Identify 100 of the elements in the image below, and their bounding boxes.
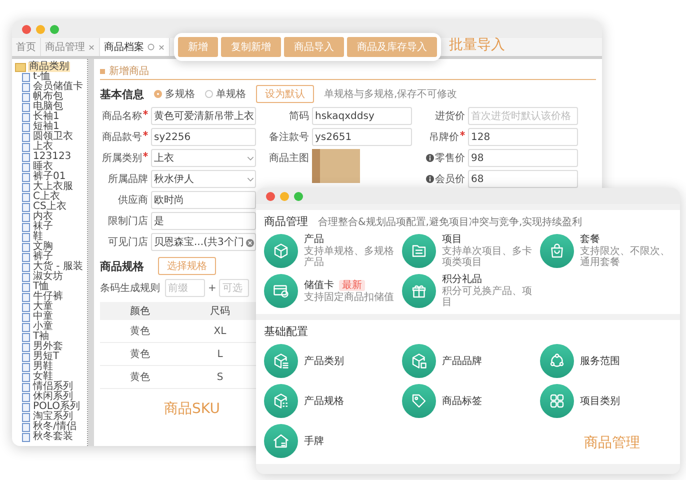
grid-icon[interactable] (540, 384, 574, 418)
item-title[interactable]: 项目类别 (580, 396, 620, 406)
select-field[interactable]: 秋水伊人 (151, 170, 256, 188)
tree-item[interactable]: 上衣 (32, 142, 54, 152)
tree-item[interactable]: 文胸 (32, 242, 54, 252)
item-title[interactable]: 项目 (442, 234, 462, 245)
tree-item[interactable]: 大童 (32, 302, 54, 312)
item-description: 支持限次、不限次、通用套餐 (580, 246, 671, 268)
item-title[interactable]: 产品类别 (304, 356, 344, 366)
tree-item[interactable]: 牛仔裤 (32, 292, 64, 302)
tree-item[interactable]: 短袖1 (32, 122, 60, 132)
tree-item[interactable]: t-恤 (32, 72, 52, 82)
tree-item[interactable]: 内衣 (32, 212, 54, 222)
tree-item[interactable]: 大货 - 服装 (32, 262, 84, 272)
tree-item[interactable]: 袜子 (32, 222, 54, 232)
close-icon[interactable] (158, 44, 165, 50)
ring-icon[interactable] (540, 344, 574, 378)
tree-item[interactable]: T恤 (32, 282, 50, 292)
tree-item[interactable]: 秋冬/情侣 (32, 422, 78, 432)
tab[interactable]: 商品档案 (100, 38, 170, 56)
item-title[interactable]: 储值卡 (304, 280, 334, 290)
chevron-icon (247, 177, 254, 182)
input-field[interactable]: 欧时尚 (151, 191, 256, 209)
house-icon[interactable] (264, 424, 298, 458)
item-title[interactable]: 商品标签 (442, 396, 482, 406)
tree-item[interactable]: 睡衣 (32, 162, 54, 172)
tree-item[interactable]: 帆布包 (32, 92, 64, 102)
close-button[interactable] (266, 192, 275, 200)
chevron-icon (247, 156, 254, 161)
tree-item[interactable]: 小童 (32, 322, 54, 332)
table-cell-text: 黄色 (129, 324, 151, 338)
gift-icon[interactable] (402, 274, 436, 308)
item-title[interactable]: 产品规格 (304, 396, 344, 406)
tree-item[interactable]: 裤子 (32, 252, 54, 262)
field-label: 限制门店 (108, 214, 148, 228)
field-label: 进货价 (435, 110, 465, 123)
tree-item[interactable]: CS上衣 (32, 202, 68, 212)
cube-icon[interactable] (264, 384, 298, 418)
field-label: 所属类别 (102, 152, 142, 165)
maximize-button[interactable] (294, 192, 303, 200)
section-heading: 商品规格 (100, 258, 144, 274)
tree-item[interactable]: 休闲系列 (32, 392, 74, 402)
table-cell-text: L (216, 348, 224, 360)
cube-icon[interactable] (264, 234, 298, 268)
tree-item[interactable]: 电脑包 (32, 102, 64, 112)
field-label: 商品主图 (269, 152, 309, 165)
tree-item[interactable]: C上衣 (32, 192, 61, 202)
tree-item[interactable]: 裤子01 (32, 172, 67, 182)
tag-icon[interactable] (402, 384, 436, 418)
tree-item[interactable]: 商品类别 (28, 62, 70, 72)
item-title[interactable]: 套餐 (580, 234, 600, 245)
item-title[interactable]: 服务范围 (580, 356, 620, 366)
tree-item[interactable]: POLO系列 (32, 402, 81, 412)
tree-item[interactable]: 情侣系列 (32, 382, 74, 392)
radio-option[interactable]: 多规格 (154, 87, 195, 101)
tree-item[interactable]: 女鞋 (32, 372, 54, 382)
item-description: 积分可兑换产品、项目 (442, 286, 533, 308)
item-title[interactable]: 产品品牌 (442, 356, 482, 366)
cube-icon[interactable] (402, 344, 436, 378)
tree-item[interactable]: 男短T (32, 352, 60, 362)
tree-item[interactable]: 会员储值卡 (32, 82, 84, 92)
tree-item[interactable]: 男外套 (32, 342, 64, 352)
item-description: 支持单次项目、多卡项类项目 (442, 246, 533, 268)
tree-item[interactable]: 男鞋 (32, 362, 54, 372)
input-field[interactable]: hskaqxddsy (312, 107, 412, 125)
close-icon[interactable] (88, 44, 95, 50)
tree-item[interactable]: 秋冬套装 (32, 432, 74, 442)
tag-select-field[interactable]: 贝恩森宝...(共3个门 (151, 233, 256, 251)
tree-item[interactable]: 大上衣服 (32, 182, 74, 192)
item-title[interactable]: 产品 (304, 234, 324, 245)
tree-item[interactable]: 中童 (32, 312, 54, 322)
card-icon[interactable] (264, 274, 298, 308)
select-field[interactable]: 上衣 (151, 149, 256, 167)
input-field[interactable]: 98 (468, 149, 578, 167)
close-button[interactable] (22, 24, 31, 34)
tree-item[interactable]: 淘宝系列 (32, 412, 74, 422)
folder-icon[interactable] (402, 234, 436, 268)
input-field[interactable]: 128 (468, 128, 578, 146)
input-field[interactable]: 黄色可爱清新吊带上衣 (151, 107, 256, 125)
input-field[interactable]: sy2256 (151, 128, 256, 146)
tree-item[interactable]: 圆领卫衣 (32, 132, 74, 142)
folder-icon (15, 62, 26, 72)
item-title[interactable]: 积分礼品 (442, 274, 482, 285)
input-field[interactable]: ys2651 (312, 128, 412, 146)
input-field[interactable]: 是 (151, 212, 256, 230)
radio-option[interactable]: 单规格 (205, 87, 246, 101)
maximize-button[interactable] (50, 24, 59, 34)
cube-icon[interactable] (264, 344, 298, 378)
bag-icon[interactable] (540, 234, 574, 268)
refresh-icon[interactable] (147, 43, 155, 51)
tree-item[interactable]: 长袖1 (32, 112, 60, 122)
item-title[interactable]: 手牌 (304, 436, 324, 446)
tree-item[interactable]: 鞋 (32, 232, 44, 242)
input-field[interactable]: 68 (468, 170, 578, 188)
tree-item[interactable]: 淑女坊 (32, 272, 64, 282)
tree-item[interactable]: T袖 (32, 332, 50, 342)
square-icon (100, 68, 105, 74)
clear-icon[interactable] (246, 238, 254, 246)
tree-item[interactable]: 123123 (32, 152, 72, 162)
form-title: 新增商品 (109, 64, 149, 78)
